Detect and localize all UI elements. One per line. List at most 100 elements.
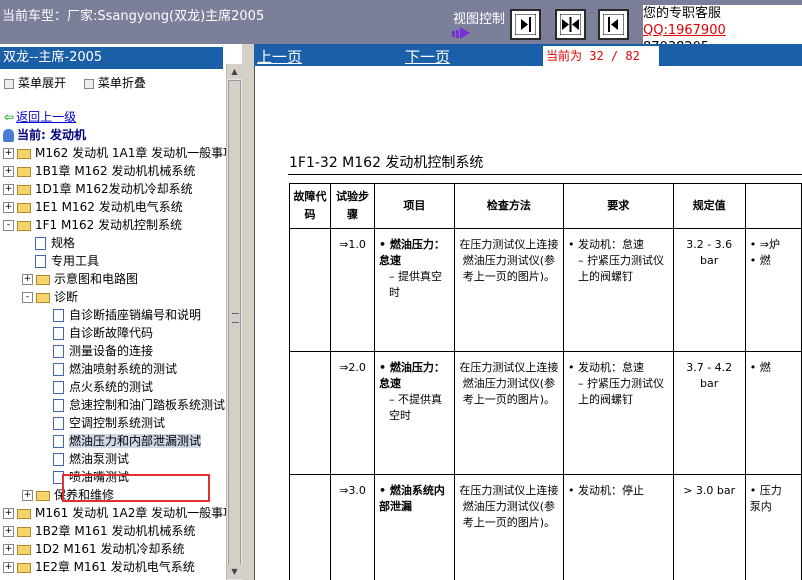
tree-doc-item[interactable]: 燃油压力和内部泄漏测试 bbox=[40, 432, 202, 450]
tree-doc-item[interactable]: 燃油喷射系统的测试 bbox=[40, 360, 177, 378]
expand-node-icon[interactable]: + bbox=[3, 544, 14, 555]
document-icon bbox=[53, 363, 64, 376]
cell-item: • 燃油压力：怠速 – 提供真空时 bbox=[374, 228, 455, 352]
tree-folder-item[interactable]: +1D2 M161 发动机冷却系统 bbox=[3, 540, 184, 558]
collapse-icon bbox=[83, 78, 94, 89]
item-sub: – 不提供真空时 bbox=[389, 393, 443, 422]
cell-spec: > 3.0 bar bbox=[672, 474, 746, 580]
tree-item-label: 燃油泵测试 bbox=[69, 452, 130, 466]
extra-text: • ⇒炉 • 燃 bbox=[749, 238, 780, 267]
tree-item-label: 示意图和电路图 bbox=[54, 272, 139, 286]
grip-icon bbox=[232, 313, 239, 323]
document-icon bbox=[53, 381, 64, 394]
collapse-left-icon bbox=[515, 14, 536, 35]
expand-node-icon[interactable]: + bbox=[22, 274, 33, 285]
expand-node-icon[interactable]: + bbox=[3, 508, 14, 519]
expand-node-icon[interactable]: + bbox=[3, 562, 14, 573]
cell-extra: • ⇒炉 • 燃 bbox=[744, 228, 802, 352]
tree-doc-item[interactable]: 测量设备的连接 bbox=[40, 342, 153, 360]
table-row: ⇒3.0 • 燃油系统内部泄漏 在压力测试仪上连接燃油压力测试仪(参考上一页的图片)… bbox=[289, 474, 802, 580]
tree-scrollbar[interactable]: ▲ ▼ bbox=[226, 64, 242, 580]
cell-fault-code bbox=[289, 351, 331, 475]
expand-node-icon[interactable]: + bbox=[22, 490, 33, 501]
tree-folder-item[interactable]: +1D1章 M162发动机冷却系统 bbox=[3, 180, 193, 198]
tree-folder-item[interactable]: + M161 发动机 1A2章 发动机一般事项 bbox=[3, 504, 235, 522]
expand-node-icon[interactable]: + bbox=[3, 148, 14, 159]
expand-node-icon[interactable]: + bbox=[3, 184, 14, 195]
folder-icon bbox=[36, 274, 50, 285]
tree-item-label: 1B1章 M162 发动机机械系统 bbox=[35, 164, 196, 178]
expand-icon bbox=[4, 78, 14, 89]
tree-folder-item[interactable]: +1B2章 M161 发动机机械系统 bbox=[3, 522, 195, 540]
collapse-node-icon[interactable]: - bbox=[22, 292, 33, 303]
document-icon bbox=[53, 309, 64, 322]
tree-folder-item[interactable]: - 诊断 bbox=[22, 288, 78, 306]
table-header-row: 故障代码 试验步骤 项目 检查方法 要求 规定值 bbox=[289, 183, 802, 229]
expand-node-icon[interactable]: + bbox=[3, 526, 14, 537]
folder-icon bbox=[17, 148, 31, 159]
tree-folder-item[interactable]: - 1F1 M162 发动机控制系统 bbox=[3, 216, 182, 234]
next-page-link[interactable]: 下一页 bbox=[405, 46, 450, 67]
folder-icon bbox=[36, 490, 50, 501]
expand-all-button[interactable]: 菜单展开 bbox=[4, 76, 66, 90]
tree-item-label: 点火系统的测试 bbox=[69, 380, 154, 394]
tree-doc-item[interactable]: 自诊断插座销编号和说明 bbox=[40, 306, 201, 324]
collapse-left-button[interactable] bbox=[510, 9, 541, 40]
tree-doc-item[interactable]: 专用工具 bbox=[22, 252, 99, 270]
tree-item-label: 自诊断故障代码 bbox=[69, 326, 154, 340]
tree-doc-item[interactable]: 空调控制系统测试 bbox=[40, 414, 165, 432]
scroll-down-icon[interactable]: ▼ bbox=[227, 564, 242, 579]
req-sub: – 拧紧压力测试仪上的阀螺钉 bbox=[577, 254, 664, 283]
tree-folder-item[interactable]: + 示意图和电路图 bbox=[22, 270, 138, 288]
tree-item-label: M162 发动机 1A1章 发动机一般事项 bbox=[35, 146, 236, 160]
panel-splitter[interactable] bbox=[242, 44, 254, 580]
tree-doc-item[interactable]: 怠速控制和油门踏板系统测试 bbox=[40, 396, 225, 414]
service-qq-link[interactable]: QQ:1967900 bbox=[643, 23, 726, 38]
collapse-all-button[interactable]: 菜单折叠 bbox=[83, 76, 146, 90]
tree-item-label: 1D1章 M162发动机冷却系统 bbox=[35, 182, 193, 196]
header-test-step: 试验步骤 bbox=[329, 183, 376, 229]
tree-doc-item[interactable]: 点火系统的测试 bbox=[40, 378, 153, 396]
expand-node-icon[interactable]: + bbox=[3, 202, 14, 213]
user-icon bbox=[3, 129, 14, 142]
tree-doc-item[interactable]: 规格 bbox=[22, 234, 75, 252]
table-row: ⇒2.0 • 燃油压力：怠速 – 不提供真空时 在压力测试仪上连接燃油压力测试仪(参考… bbox=[289, 351, 802, 475]
collapse-node-icon[interactable]: - bbox=[3, 220, 14, 231]
customer-service-box: 您的专职客服 QQ:1967900 87038205 bbox=[643, 5, 802, 44]
split-view-button[interactable] bbox=[555, 9, 586, 40]
collapse-right-icon bbox=[603, 14, 624, 35]
cell-method: 在压力测试仪上连接燃油压力测试仪(参考上一页的图片)。 bbox=[453, 474, 564, 580]
scroll-thumb[interactable] bbox=[228, 80, 241, 572]
tree-doc-item[interactable]: 燃油泵测试 bbox=[40, 450, 129, 468]
tree-folder-item[interactable]: +1E1 M162 发动机电气系统 bbox=[3, 198, 183, 216]
cell-spec: 3.7 - 4.2 bar bbox=[672, 351, 746, 475]
tree-folder-item[interactable]: +1E2章 M161 发动机电气系统 bbox=[3, 558, 195, 576]
header-item: 项目 bbox=[374, 183, 455, 229]
tree-item-label: 1E2章 M161 发动机电气系统 bbox=[35, 560, 195, 574]
expand-node-icon[interactable]: + bbox=[3, 166, 14, 177]
cell-test-step: ⇒2.0 bbox=[329, 351, 376, 475]
item-main: • 燃油压力：怠速 bbox=[379, 238, 445, 267]
prev-page-link[interactable]: 上一页 bbox=[257, 46, 302, 67]
step-text: ⇒3.0 bbox=[339, 484, 366, 497]
collapse-right-button[interactable] bbox=[598, 9, 629, 40]
table-body: ⇒1.0 • 燃油压力：怠速 – 提供真空时 在压力测试仪上连接燃油压力测试仪(参考上… bbox=[289, 228, 802, 580]
document-icon bbox=[35, 255, 46, 268]
req-main: • 发动机：怠速 bbox=[567, 361, 644, 374]
service-label: 您的专职客服 bbox=[643, 6, 722, 21]
tree-folder-item[interactable]: + M162 发动机 1A1章 发动机一般事项 bbox=[3, 144, 235, 162]
tree-item-label: 怠速控制和油门踏板系统测试 bbox=[69, 398, 226, 412]
folder-icon bbox=[17, 184, 31, 195]
folder-icon bbox=[17, 166, 31, 177]
back-up-link[interactable]: ⇦ 返回上一级 bbox=[4, 108, 76, 125]
scroll-up-icon[interactable]: ▲ bbox=[227, 64, 242, 79]
tree-doc-item[interactable]: 自诊断故障代码 bbox=[40, 324, 153, 342]
extra-text: • 燃 bbox=[749, 361, 771, 374]
document-icon bbox=[53, 435, 64, 448]
document-icon bbox=[53, 399, 64, 412]
tree-folder-item[interactable]: +1B1章 M162 发动机机械系统 bbox=[3, 162, 195, 180]
cell-fault-code bbox=[289, 474, 331, 580]
tree-actions: 菜单展开 菜单折叠 bbox=[4, 74, 160, 91]
cell-requirement: • 发动机：停止 bbox=[562, 474, 674, 580]
folder-icon bbox=[17, 508, 31, 519]
